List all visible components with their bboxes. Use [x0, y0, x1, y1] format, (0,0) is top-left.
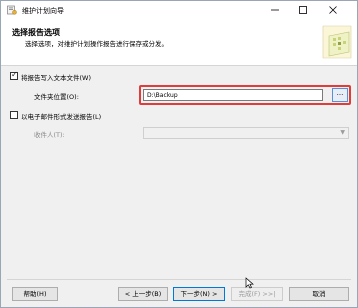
- title-bar: 维护计划向导: [1, 1, 357, 19]
- maximize-button[interactable]: [289, 1, 317, 19]
- window-title: 维护计划向导: [22, 7, 64, 15]
- chevron-down-icon: ▼: [340, 129, 345, 136]
- help-button[interactable]: 帮助(H): [12, 287, 58, 301]
- close-icon: [329, 6, 337, 14]
- footer-divider: [7, 279, 351, 280]
- minimize-button[interactable]: [261, 1, 289, 19]
- page-subtitle: 选择选项，对维护计划操作报告进行保存或分发。: [25, 40, 168, 48]
- wizard-content: ✓ 将报告写入文本文件(W) 文件夹位置(O): ... 以电子邮件形式发送报告…: [1, 67, 357, 279]
- wizard-decoration-icon: [322, 25, 352, 59]
- minimize-icon: [271, 9, 279, 11]
- recipient-label: 收件人(T):: [34, 131, 65, 139]
- recipient-select[interactable]: ▼: [143, 127, 349, 139]
- close-button[interactable]: [319, 1, 347, 19]
- maintenance-wizard-icon: [7, 5, 17, 15]
- next-button[interactable]: 下一步(N) >: [173, 287, 225, 301]
- mouse-cursor-icon: [245, 277, 254, 289]
- wizard-header: 选择报告选项 选择选项，对维护计划操作报告进行保存或分发。: [1, 19, 357, 66]
- email-report-label: 以电子邮件形式发送报告(L): [21, 113, 102, 121]
- wizard-window: 维护计划向导 选择报告选项 选择选项，对维护计划操作报告进行保存或分发。 ✓ 将…: [0, 0, 358, 308]
- write-report-label: 将报告写入文本文件(W): [21, 74, 91, 82]
- email-report-checkbox[interactable]: [10, 111, 18, 119]
- folder-location-label: 文件夹位置(O):: [34, 93, 79, 101]
- finish-button[interactable]: 完成(F) >>|: [231, 287, 283, 301]
- highlight-box: [139, 85, 351, 105]
- checkmark-icon: ✓: [11, 70, 18, 79]
- write-report-checkbox[interactable]: ✓: [10, 70, 18, 80]
- page-title: 选择报告选项: [12, 28, 60, 37]
- maximize-icon: [299, 6, 307, 14]
- back-button[interactable]: < 上一步(B): [118, 287, 168, 301]
- cancel-button[interactable]: 取消: [289, 287, 349, 301]
